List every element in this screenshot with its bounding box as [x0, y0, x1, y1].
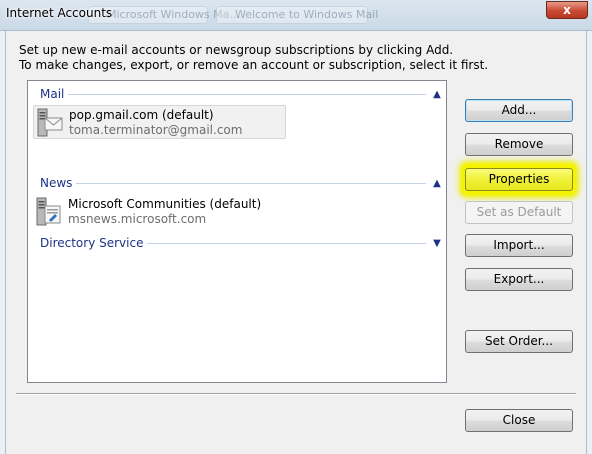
news-server-icon: [36, 197, 61, 226]
group-title-directory-service: Directory Service: [40, 236, 144, 250]
group-divider: [147, 242, 426, 244]
background-tab-label: Welcome to Windows Mail: [235, 8, 379, 21]
background-tab: Welcome to Windows Mail: [216, 6, 378, 24]
group-header-mail[interactable]: Mail ▲: [40, 87, 442, 101]
close-icon: x: [563, 3, 571, 17]
accounts-list[interactable]: Mail ▲ pop.gmail.com (default) toma.term…: [27, 80, 447, 383]
account-address: msnews.microsoft.com: [68, 212, 207, 226]
set-order-button[interactable]: Set Order...: [465, 330, 573, 353]
group-title-news: News: [40, 176, 73, 190]
remove-button[interactable]: Remove: [465, 133, 573, 156]
chevron-up-icon[interactable]: ▲: [432, 178, 442, 189]
group-header-news[interactable]: News ▲: [40, 176, 442, 190]
title-bar[interactable]: Microsoft Windows Ma... Welcome to Windo…: [0, 0, 592, 31]
group-divider: [68, 93, 426, 95]
chevron-up-icon[interactable]: ▲: [432, 89, 442, 100]
group-title-mail: Mail: [40, 87, 65, 101]
export-button[interactable]: Export...: [465, 268, 573, 291]
account-item-pop-gmail[interactable]: pop.gmail.com (default) toma.terminator@…: [33, 105, 286, 139]
mail-server-icon: [37, 108, 63, 137]
instructions-line-2: To make changes, export, or remove an ac…: [19, 58, 489, 72]
group-header-directory-service[interactable]: Directory Service ▼: [40, 236, 442, 250]
close-button[interactable]: Close: [465, 409, 573, 432]
account-name: pop.gmail.com (default): [69, 108, 214, 122]
window-close-button[interactable]: x: [546, 1, 588, 19]
window-title: Internet Accounts: [6, 6, 113, 20]
instructions-line-1: Set up new e-mail accounts or newsgroup …: [19, 43, 454, 57]
group-divider: [76, 182, 426, 184]
account-name: Microsoft Communities (default): [68, 197, 262, 211]
dialog-body: Set up new e-mail accounts or newsgroup …: [5, 31, 587, 454]
chevron-down-icon[interactable]: ▼: [432, 238, 442, 249]
add-button[interactable]: Add...: [465, 99, 573, 122]
account-item-msnews[interactable]: Microsoft Communities (default) msnews.m…: [33, 195, 286, 229]
footer-separator: [16, 393, 576, 395]
properties-button[interactable]: Properties: [465, 168, 573, 191]
import-button[interactable]: Import...: [465, 234, 573, 257]
set-as-default-button: Set as Default: [465, 201, 573, 224]
instructions: Set up new e-mail accounts or newsgroup …: [19, 43, 488, 73]
account-address: toma.terminator@gmail.com: [69, 123, 243, 137]
